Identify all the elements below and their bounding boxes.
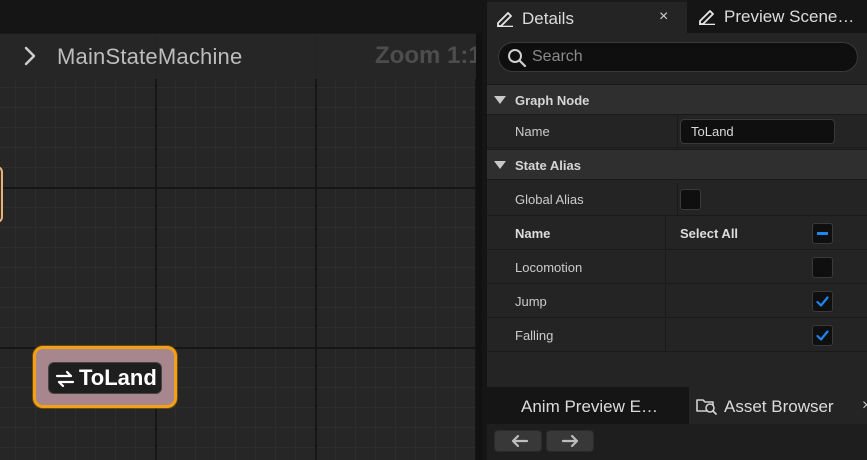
indeterminate-icon (817, 232, 828, 235)
breadcrumb-title[interactable]: MainStateMachine (57, 44, 242, 70)
jump-checkbox[interactable] (812, 291, 833, 312)
details-panel: Details × Preview Scene… Graph Node Name… (487, 0, 867, 460)
lower-tab-bar: Anim Preview E… Asset Browser × (487, 387, 867, 424)
category-label: Graph Node (515, 93, 590, 108)
graph-top-strip (0, 0, 482, 33)
global-alias-checkbox[interactable] (680, 189, 701, 210)
panel-splitter[interactable] (476, 33, 482, 460)
search-box[interactable] (498, 42, 858, 72)
search-input[interactable] (532, 47, 847, 67)
chevron-right-icon[interactable] (22, 46, 38, 66)
tab-anim-preview-label: Anim Preview E… (521, 397, 658, 416)
tab-details-label: Details (522, 9, 574, 28)
back-button[interactable] (494, 430, 542, 452)
pencil-icon (497, 12, 513, 27)
folder-search-icon (696, 399, 717, 415)
arrow-right-icon (561, 434, 579, 448)
transition-node-body: ToLand (48, 362, 162, 394)
state-list-header: Name Select All (487, 217, 867, 250)
checkmark-icon (816, 296, 829, 307)
tab-details[interactable]: Details × (487, 0, 687, 33)
category-state-alias[interactable]: State Alias (487, 149, 867, 180)
select-all-checkbox[interactable] (812, 223, 833, 244)
column-splitter[interactable] (665, 285, 666, 318)
state-node-partial[interactable] (0, 166, 3, 223)
arrow-left-icon (511, 434, 529, 448)
transition-node-label: ToLand (79, 365, 157, 390)
search-icon (508, 49, 527, 68)
collapse-arrow-icon[interactable] (494, 96, 506, 105)
locomotion-checkbox[interactable] (812, 257, 833, 278)
state-label: Jump (515, 294, 547, 309)
column-splitter[interactable] (665, 251, 666, 284)
transition-node[interactable]: ToLand (33, 346, 177, 408)
collapse-arrow-icon[interactable] (494, 161, 506, 170)
property-row-global-alias: Global Alias (487, 183, 867, 216)
property-row-name: Name ToLand (487, 115, 867, 148)
graph-editor[interactable]: MainStateMachine Zoom 1:1 ToLand (0, 0, 482, 460)
tab-preview-scene[interactable]: Preview Scene… (689, 0, 867, 33)
property-label: Global Alias (515, 192, 584, 207)
column-splitter[interactable] (677, 183, 678, 216)
select-all-label: Select All (680, 226, 739, 241)
column-splitter[interactable] (665, 217, 666, 250)
state-row-falling: Falling (487, 319, 867, 352)
state-row-locomotion: Locomotion (487, 251, 867, 284)
forward-button[interactable] (546, 430, 594, 452)
zoom-label: Zoom 1:1 (375, 42, 482, 69)
name-field[interactable]: ToLand (680, 119, 835, 144)
pencil-icon (699, 10, 715, 25)
state-row-jump: Jump (487, 285, 867, 318)
tab-anim-preview-editor[interactable]: Anim Preview E… (487, 387, 687, 424)
property-label: Name (515, 124, 550, 139)
falling-checkbox[interactable] (812, 325, 833, 346)
close-icon[interactable]: × (659, 8, 668, 26)
column-splitter[interactable] (665, 319, 666, 352)
state-name-header: Name (515, 226, 551, 241)
close-icon[interactable]: × (862, 397, 867, 415)
state-label: Locomotion (515, 260, 583, 275)
details-tab-bar: Details × Preview Scene… (487, 0, 867, 33)
transition-arrows-icon (55, 370, 75, 388)
tab-preview-scene-label: Preview Scene… (724, 7, 855, 26)
asset-browser-toolbar (487, 424, 867, 460)
name-value: ToLand (691, 124, 734, 139)
category-graph-node[interactable]: Graph Node (487, 84, 867, 115)
tab-asset-browser[interactable]: Asset Browser × (689, 387, 867, 424)
tab-asset-browser-label: Asset Browser (724, 397, 834, 416)
column-splitter[interactable] (677, 115, 678, 148)
category-label: State Alias (515, 158, 581, 173)
state-label: Falling (515, 328, 554, 343)
checkmark-icon (816, 330, 829, 341)
